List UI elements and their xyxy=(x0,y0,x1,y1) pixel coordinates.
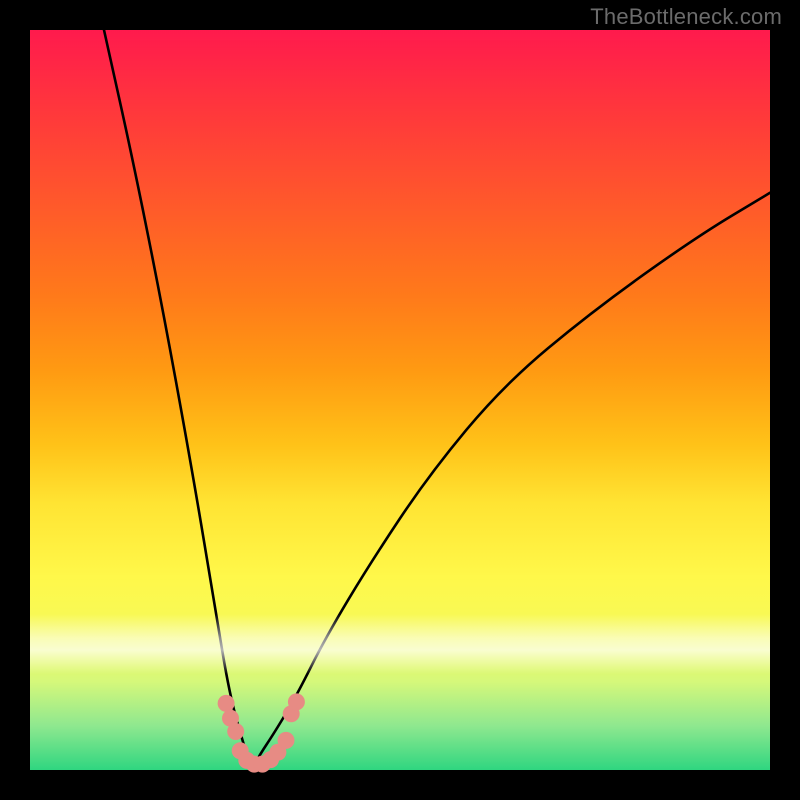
bottleneck-curve xyxy=(104,30,770,766)
plot-area xyxy=(30,30,770,770)
curve-svg xyxy=(30,30,770,770)
minimum-markers xyxy=(218,693,305,772)
watermark-text: TheBottleneck.com xyxy=(590,4,782,30)
min-marker xyxy=(278,732,295,749)
chart-stage: TheBottleneck.com xyxy=(0,0,800,800)
min-marker xyxy=(218,695,235,712)
min-marker xyxy=(288,693,305,710)
min-marker xyxy=(227,723,244,740)
